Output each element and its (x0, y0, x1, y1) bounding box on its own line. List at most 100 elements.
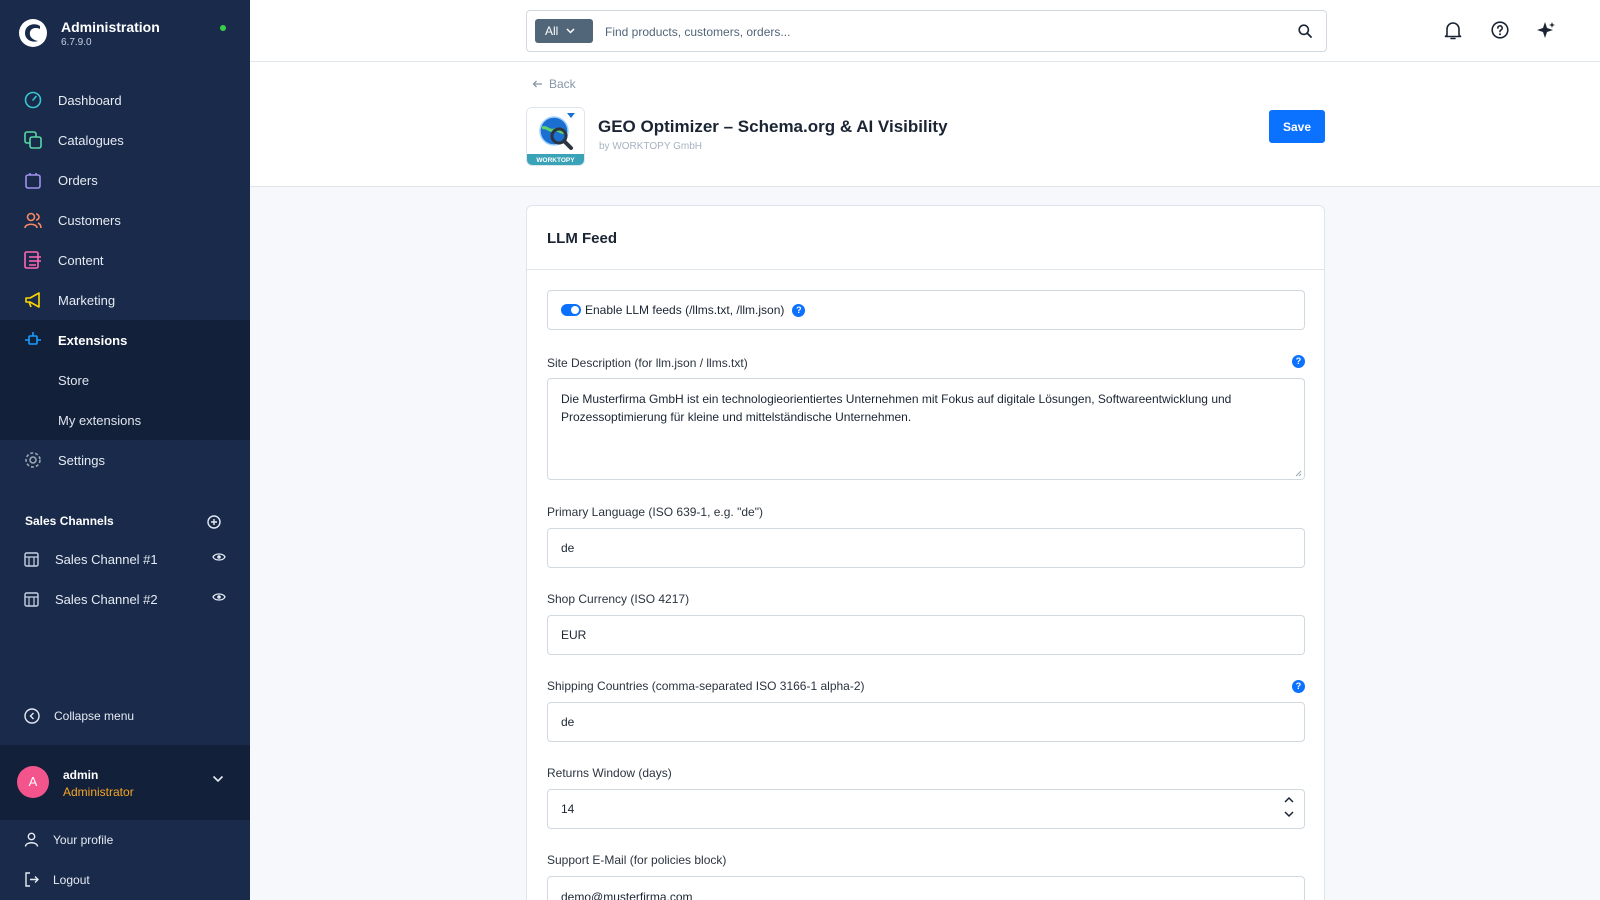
shop-currency-label: Shop Currency (ISO 4217) (547, 592, 690, 606)
storefront-icon (24, 551, 39, 567)
chevron-up-icon[interactable] (1284, 796, 1294, 803)
logout-link[interactable]: Logout (24, 872, 90, 887)
search-type-value: All (545, 24, 559, 38)
extension-vendor: by WORKTOPY GmbH (599, 141, 702, 152)
nav-extensions-label: Extensions (58, 332, 128, 348)
bell-icon[interactable] (1444, 21, 1462, 40)
nav-my-extensions-label: My extensions (58, 412, 142, 428)
your-profile-label: Your profile (53, 832, 114, 847)
enable-llm-feeds-toggle[interactable] (561, 304, 581, 316)
nav-marketing[interactable]: Marketing (0, 280, 250, 320)
extension-title: GEO Optimizer – Schema.org & AI Visibili… (598, 117, 948, 136)
app-title: Administration (61, 18, 160, 35)
nav-catalogues[interactable]: Catalogues (0, 120, 250, 160)
arrow-left-icon (532, 80, 543, 88)
shipping-countries-label: Shipping Countries (comma-separated ISO … (547, 679, 865, 693)
search-input[interactable] (605, 21, 1265, 43)
primary-language-label: Primary Language (ISO 639-1, e.g. "de") (547, 505, 763, 519)
globe-search-icon: WORKTOPY (527, 108, 584, 165)
help-icon[interactable]: ? (792, 303, 806, 317)
support-email-input[interactable]: demo@musterfirma.com (547, 876, 1305, 900)
orders-icon (24, 171, 42, 189)
extension-logo: WORKTOPY (526, 107, 585, 166)
nav-marketing-label: Marketing (58, 292, 116, 308)
your-profile-link[interactable]: Your profile (24, 832, 113, 847)
sales-channel-item[interactable]: Sales Channel #2 (24, 589, 226, 609)
main-nav: Dashboard Catalogues Orders Customers Co… (0, 80, 250, 480)
top-bar: All (250, 0, 1600, 62)
nav-content-label: Content (58, 252, 104, 268)
site-description-textarea[interactable]: Die Musterfirma GmbH ist ein technologie… (547, 378, 1305, 480)
logout-icon (24, 872, 39, 887)
shipping-countries-value: de (561, 715, 575, 729)
shipping-countries-input[interactable]: de (547, 702, 1305, 742)
search-type-select[interactable]: All (535, 19, 593, 43)
chevron-left-circle-icon (24, 708, 40, 724)
returns-window-input[interactable]: 14 (547, 789, 1305, 829)
nav-orders-label: Orders (58, 172, 98, 188)
enable-llm-feeds-field: Enable LLM feeds (/llms.txt, /llm.json) … (547, 290, 1305, 330)
nav-settings-label: Settings (58, 452, 105, 468)
support-email-label: Support E-Mail (for policies block) (547, 853, 727, 867)
primary-language-value: de (561, 541, 575, 555)
content-icon (24, 251, 42, 269)
worktopy-logo-text: WORKTOPY (536, 157, 575, 164)
divider (527, 269, 1324, 270)
user-icon (24, 832, 39, 847)
nav-extensions[interactable]: Extensions (0, 320, 250, 360)
llm-feed-card: LLM Feed Enable LLM feeds (/llms.txt, /l… (526, 205, 1325, 900)
resize-grip-icon[interactable] (1295, 470, 1302, 477)
nav-dashboard[interactable]: Dashboard (0, 80, 250, 120)
marketing-icon (24, 291, 42, 309)
help-icon[interactable] (1491, 21, 1509, 39)
page-header: Back WORKTOPY GEO Optimizer – Schema.org… (250, 62, 1600, 187)
returns-window-label: Returns Window (days) (547, 766, 672, 780)
nav-settings[interactable]: Settings (0, 440, 250, 480)
global-search: All (526, 10, 1327, 52)
dashboard-icon (24, 91, 42, 109)
user-name: admin (63, 768, 99, 782)
help-icon[interactable]: ? (1292, 680, 1305, 693)
eye-icon[interactable] (212, 552, 226, 562)
save-button[interactable]: Save (1269, 110, 1325, 143)
back-link[interactable]: Back (532, 77, 576, 91)
status-online-indicator (220, 25, 226, 31)
user-role: Administrator (63, 785, 134, 799)
site-description-value: Die Musterfirma GmbH ist ein technologie… (561, 392, 1232, 424)
nav-catalogues-label: Catalogues (58, 132, 124, 148)
ai-sparkle-icon[interactable] (1537, 21, 1556, 40)
sales-channel-label: Sales Channel #1 (55, 551, 158, 567)
chevron-down-icon[interactable] (1284, 811, 1294, 818)
shopware-logo-icon (19, 19, 47, 47)
chevron-down-icon (566, 28, 575, 34)
user-menu[interactable]: A admin Administrator (0, 745, 250, 820)
collapse-menu-button[interactable]: Collapse menu (24, 708, 134, 724)
help-icon[interactable]: ? (1292, 355, 1305, 368)
collapse-menu-label: Collapse menu (54, 709, 135, 723)
brand[interactable]: Administration 6.7.9.0 (18, 18, 160, 48)
returns-window-value: 14 (561, 802, 575, 816)
catalogue-icon (24, 131, 42, 149)
nav-content[interactable]: Content (0, 240, 250, 280)
nav-my-extensions[interactable]: My extensions (0, 400, 250, 440)
site-description-label: Site Description (for llm.json / llms.tx… (547, 356, 748, 370)
sales-channel-item[interactable]: Sales Channel #1 (24, 549, 226, 569)
customers-icon (24, 211, 42, 229)
search-icon[interactable] (1298, 24, 1312, 38)
nav-store[interactable]: Store (0, 360, 250, 400)
app-version: 6.7.9.0 (61, 36, 92, 48)
extensions-submenu: Store My extensions (0, 360, 250, 440)
card-title: LLM Feed (547, 230, 617, 247)
chevron-down-icon[interactable] (212, 775, 224, 783)
shop-currency-input[interactable]: EUR (547, 615, 1305, 655)
nav-orders[interactable]: Orders (0, 160, 250, 200)
support-email-value: demo@musterfirma.com (561, 890, 693, 900)
primary-language-input[interactable]: de (547, 528, 1305, 568)
add-sales-channel-icon[interactable] (207, 515, 221, 529)
back-label: Back (549, 77, 576, 91)
eye-icon[interactable] (212, 592, 226, 602)
nav-customers-label: Customers (58, 212, 121, 228)
avatar: A (17, 766, 49, 798)
nav-customers[interactable]: Customers (0, 200, 250, 240)
sales-channels-title: Sales Channels (25, 514, 114, 528)
